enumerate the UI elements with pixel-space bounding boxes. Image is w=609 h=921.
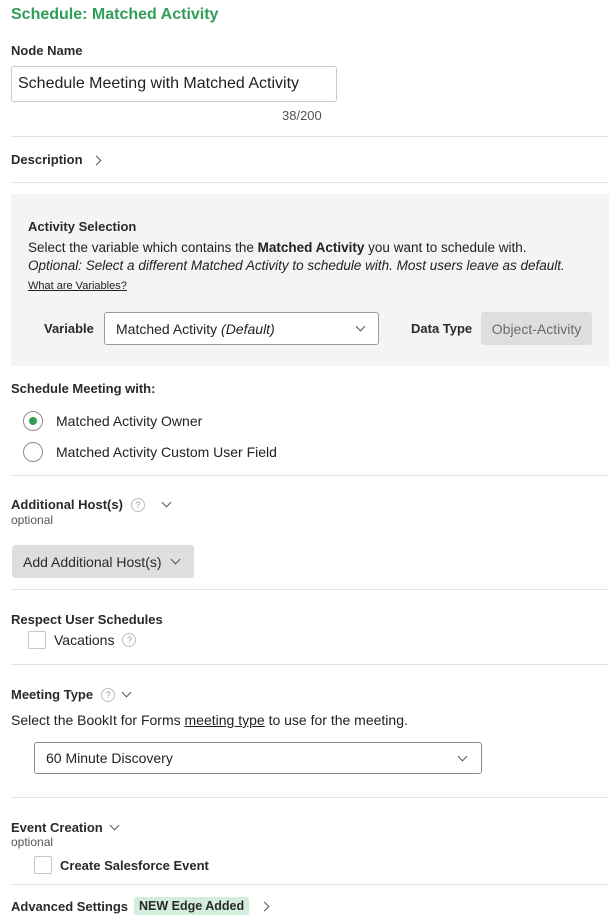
chevron-down-icon xyxy=(355,321,366,332)
description-toggle[interactable]: Description xyxy=(11,152,101,167)
chevron-down-icon[interactable] xyxy=(109,820,120,831)
divider xyxy=(11,475,609,476)
divider xyxy=(11,182,609,183)
variable-select[interactable]: Matched Activity (Default) xyxy=(104,312,379,345)
schedule-with-label: Schedule Meeting with: xyxy=(11,381,156,396)
create-event-checkbox-row[interactable]: Create Salesforce Event xyxy=(34,856,209,874)
char-counter: 38/200 xyxy=(282,108,322,123)
variable-label: Variable xyxy=(44,321,94,336)
node-name-value: Schedule Meeting with Matched Activity xyxy=(18,75,300,92)
divider xyxy=(11,797,609,798)
meeting-type-link[interactable]: meeting type xyxy=(185,712,265,728)
chevron-down-icon[interactable] xyxy=(161,497,172,508)
data-type-value: Object-Activity xyxy=(481,312,592,345)
chevron-down-icon[interactable] xyxy=(121,687,132,698)
radio-custom-user-field[interactable]: Matched Activity Custom User Field xyxy=(23,442,277,462)
chevron-right-icon xyxy=(259,901,270,911)
radio-selected-icon[interactable] xyxy=(23,411,43,431)
event-creation-header[interactable]: Event Creation xyxy=(11,820,120,835)
variable-select-value: Matched Activity (Default) xyxy=(116,320,275,337)
divider xyxy=(11,589,609,590)
help-icon[interactable]: ? xyxy=(130,497,145,512)
divider xyxy=(11,136,609,137)
vacations-checkbox[interactable] xyxy=(28,631,46,649)
event-creation-optional: optional xyxy=(11,835,54,849)
chevron-down-icon xyxy=(457,751,468,762)
description-label: Description xyxy=(11,152,83,167)
activity-selection-heading: Activity Selection xyxy=(28,219,137,234)
additional-hosts-optional: optional xyxy=(11,513,54,527)
divider xyxy=(11,884,609,885)
help-icon[interactable]: ? xyxy=(101,687,116,702)
radio-unselected-icon[interactable] xyxy=(23,442,43,462)
chevron-down-icon xyxy=(170,554,180,565)
data-type-label: Data Type xyxy=(411,321,473,336)
respect-schedules-label: Respect User Schedules xyxy=(11,612,163,627)
chevron-right-icon xyxy=(91,155,101,165)
page-title: Schedule: Matched Activity xyxy=(11,6,219,23)
divider xyxy=(11,664,609,665)
what-are-variables-link[interactable]: What are Variables? xyxy=(28,280,127,292)
activity-selection-optional: Optional: Select a different Matched Act… xyxy=(28,258,565,273)
additional-hosts-header[interactable]: Additional Host(s) ? xyxy=(11,497,172,512)
meeting-type-desc: Select the BookIt for Forms meeting type… xyxy=(11,712,408,728)
new-edge-badge: NEW Edge Added xyxy=(134,897,250,915)
radio-owner[interactable]: Matched Activity Owner xyxy=(23,411,202,431)
meeting-type-header[interactable]: Meeting Type ? xyxy=(11,687,132,702)
add-additional-hosts-button[interactable]: Add Additional Host(s) xyxy=(12,545,194,578)
create-event-checkbox[interactable] xyxy=(34,856,52,874)
advanced-settings-toggle[interactable]: Advanced Settings NEW Edge Added xyxy=(11,897,270,915)
vacations-checkbox-row[interactable]: Vacations ? xyxy=(28,631,137,649)
node-name-label: Node Name xyxy=(11,43,83,58)
help-icon[interactable]: ? xyxy=(122,633,137,647)
meeting-type-select[interactable]: 60 Minute Discovery xyxy=(34,742,482,774)
activity-selection-desc: Select the variable which contains the M… xyxy=(28,240,527,255)
node-name-input[interactable]: Schedule Meeting with Matched Activity xyxy=(11,66,337,102)
